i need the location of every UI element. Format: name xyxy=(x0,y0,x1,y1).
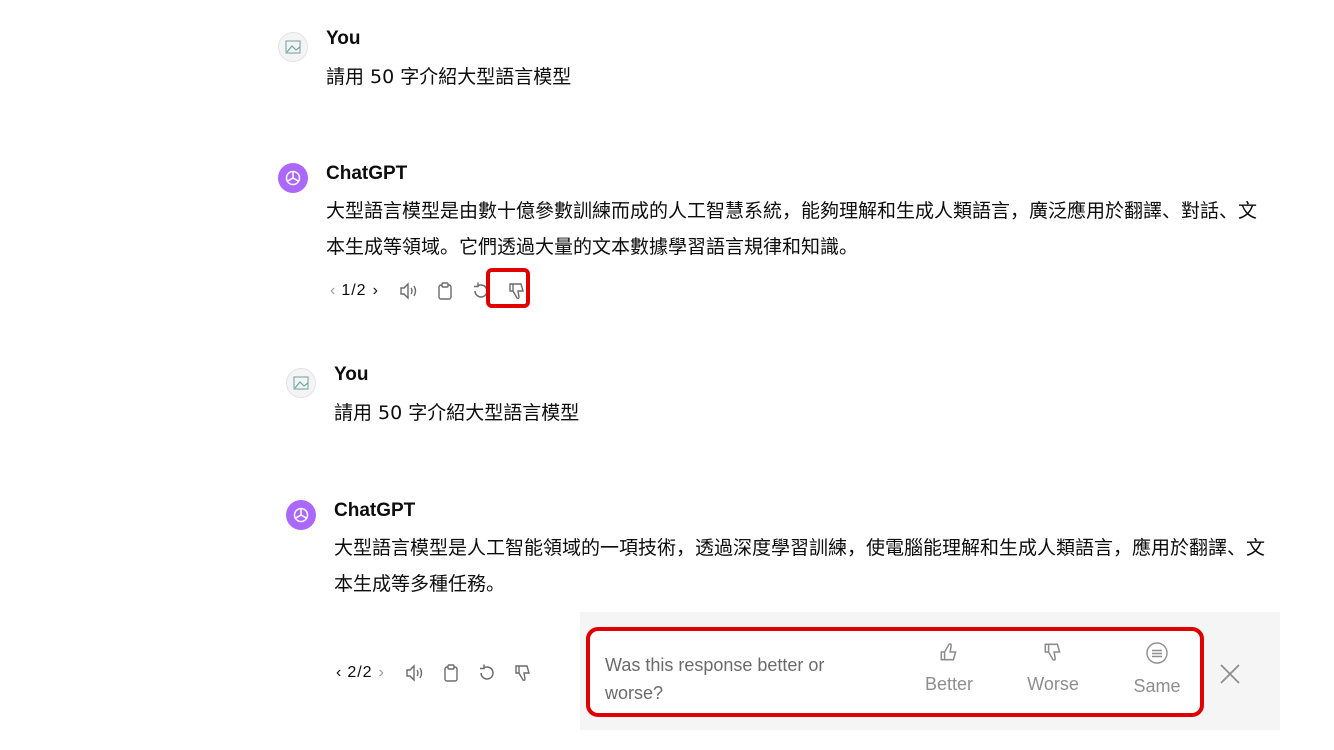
feedback-same-button[interactable]: Same xyxy=(1112,641,1202,697)
user-avatar xyxy=(286,368,316,398)
thumbs-up-icon xyxy=(940,643,957,661)
feedback-same-label: Same xyxy=(1133,676,1181,696)
read-aloud-icon[interactable] xyxy=(404,662,426,684)
assistant-message-1: ChatGPT 大型語言模型是由數十億參數訓練而成的人工智慧系統，能夠理解和生成… xyxy=(278,163,1278,273)
user-message-2: You 請用 50 字介紹大型語言模型 xyxy=(286,364,986,438)
feedback-better-label: Better xyxy=(924,674,974,694)
pager-count: 2/2 xyxy=(347,664,373,681)
copy-icon[interactable] xyxy=(434,280,456,302)
next-response-button[interactable]: › xyxy=(379,664,384,682)
close-icon xyxy=(1220,664,1240,684)
chatgpt-avatar xyxy=(278,163,308,193)
response-pager: ‹ 2/2 › xyxy=(336,664,384,682)
message-text: 大型語言模型是由數十億參數訓練而成的人工智慧系統，能夠理解和生成人類語言，廣泛應… xyxy=(326,200,1258,258)
message-text: 請用 50 字介紹大型語言模型 xyxy=(334,402,580,424)
equal-circle-icon xyxy=(1146,642,1168,664)
feedback-question: Was this response better or worse? xyxy=(605,655,825,703)
feedback-panel: Was this response better or worse? Bette… xyxy=(586,627,1204,717)
thumbs-down-icon[interactable] xyxy=(512,662,534,684)
feedback-worse-label: Worse xyxy=(1027,674,1079,694)
message-text: 請用 50 字介紹大型語言模型 xyxy=(326,66,572,88)
next-response-button[interactable]: › xyxy=(373,282,378,300)
feedback-better-button[interactable]: Better xyxy=(904,641,994,695)
user-message-1: You 請用 50 字介紹大型語言模型 xyxy=(278,28,978,102)
feedback-worse-button[interactable]: Worse xyxy=(1008,641,1098,695)
sender-name: You xyxy=(326,28,361,49)
sender-name: You xyxy=(334,364,369,385)
openai-logo-icon xyxy=(285,170,301,186)
feedback-close-button[interactable] xyxy=(1216,660,1244,688)
thumbs-down-icon xyxy=(1044,643,1061,661)
read-aloud-icon[interactable] xyxy=(398,280,420,302)
sender-name: ChatGPT xyxy=(334,500,416,521)
prev-response-button[interactable]: ‹ xyxy=(330,282,335,300)
message-text: 大型語言模型是人工智能領域的一項技術，透過深度學習訓練，使電腦能理解和生成人類語… xyxy=(334,537,1266,595)
highlight-regenerate xyxy=(486,268,530,308)
message-actions-2: ‹ 2/2 › xyxy=(336,662,534,684)
user-avatar xyxy=(278,32,308,62)
prev-response-button[interactable]: ‹ xyxy=(336,664,341,682)
assistant-message-2: ChatGPT 大型語言模型是人工智能領域的一項技術，透過深度學習訓練，使電腦能… xyxy=(286,500,1286,610)
pager-count: 1/2 xyxy=(341,282,367,299)
chatgpt-avatar xyxy=(286,500,316,530)
copy-icon[interactable] xyxy=(440,662,462,684)
sender-name: ChatGPT xyxy=(326,163,408,184)
response-pager: ‹ 1/2 › xyxy=(330,282,378,300)
openai-logo-icon xyxy=(293,507,309,523)
regenerate-icon[interactable] xyxy=(476,662,498,684)
